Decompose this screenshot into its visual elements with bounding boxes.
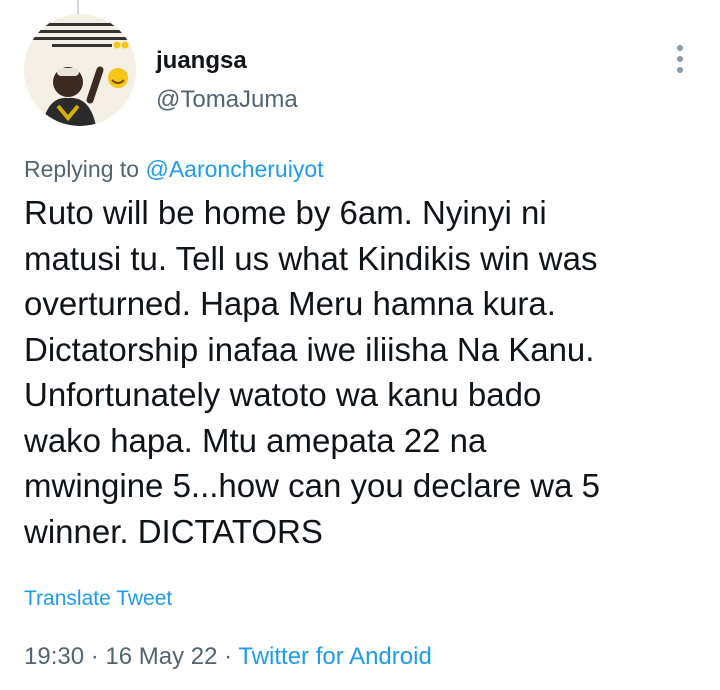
meta-separator: · — [217, 643, 239, 670]
avatar[interactable] — [24, 14, 136, 126]
replying-to-handle-link[interactable]: @Aaroncheruiyot — [145, 156, 323, 182]
translate-tweet-link[interactable]: Translate Tweet — [24, 587, 172, 611]
avatar-image — [24, 14, 136, 126]
replying-to-prefix: Replying to — [24, 156, 140, 182]
tweet-time[interactable]: 19:30 — [24, 643, 84, 670]
author-handle[interactable]: @TomaJuma — [156, 86, 298, 114]
thread-connector-line — [77, 0, 79, 14]
more-dot — [677, 67, 683, 73]
tweet-date[interactable]: 16 May 22 — [105, 643, 217, 670]
more-dot — [677, 56, 683, 62]
more-dot — [677, 45, 683, 51]
more-vertical-icon[interactable] — [664, 42, 696, 76]
meta-separator: · — [84, 643, 106, 670]
replying-to-line: Replying to @Aaroncheruiyot — [24, 156, 324, 183]
tweet-metadata: 19:30 · 16 May 22 · Twitter for Android — [24, 643, 432, 671]
tweet-source-link[interactable]: Twitter for Android — [238, 643, 431, 670]
tweet-text: Ruto will be home by 6am. Nyinyi ni matu… — [24, 194, 600, 550]
author-name[interactable]: juangsa — [156, 47, 247, 75]
